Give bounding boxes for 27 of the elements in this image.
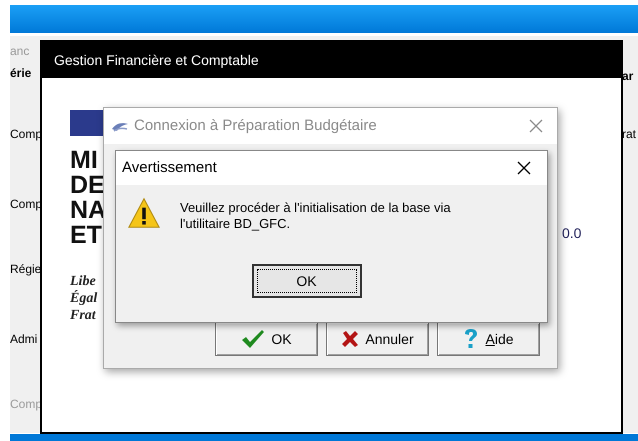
help-button[interactable]: Aide <box>437 322 540 356</box>
column-header: ar <box>622 68 634 85</box>
checkmark-icon <box>241 329 266 349</box>
dialog-title: Avertissement <box>122 158 217 178</box>
logo-text: NA <box>70 198 106 223</box>
dialog-title: Connexion à Préparation Budgétaire <box>134 116 377 136</box>
alert-message: Veuillez procéder à l'initialisation de la base via l'utilitaire BD_GFC. <box>180 200 452 232</box>
motto-text: Frat <box>70 307 97 324</box>
cancel-button[interactable]: Annuler <box>326 322 429 356</box>
window-title: anc <box>10 43 30 60</box>
ok-button[interactable]: OK <box>215 322 318 356</box>
list-item[interactable]: Admi <box>10 330 38 348</box>
ok-button[interactable]: OK <box>252 264 362 298</box>
list-item[interactable]: Régie <box>10 260 42 278</box>
close-icon[interactable] <box>517 161 531 175</box>
window-title: Gestion Financière et Comptable <box>54 50 259 70</box>
logo-text: ET <box>70 223 103 248</box>
logo-text: DE <box>70 173 106 198</box>
column-header: érie <box>10 65 32 82</box>
logo-text: MI <box>70 148 99 173</box>
question-mark-icon <box>463 328 480 350</box>
list-item: rat <box>622 126 636 143</box>
warning-icon <box>128 197 160 229</box>
motto-text: Libe <box>70 273 97 290</box>
motto-text: Égal <box>70 290 98 307</box>
value-text: 0.0 <box>562 224 582 243</box>
cross-icon <box>341 330 360 348</box>
